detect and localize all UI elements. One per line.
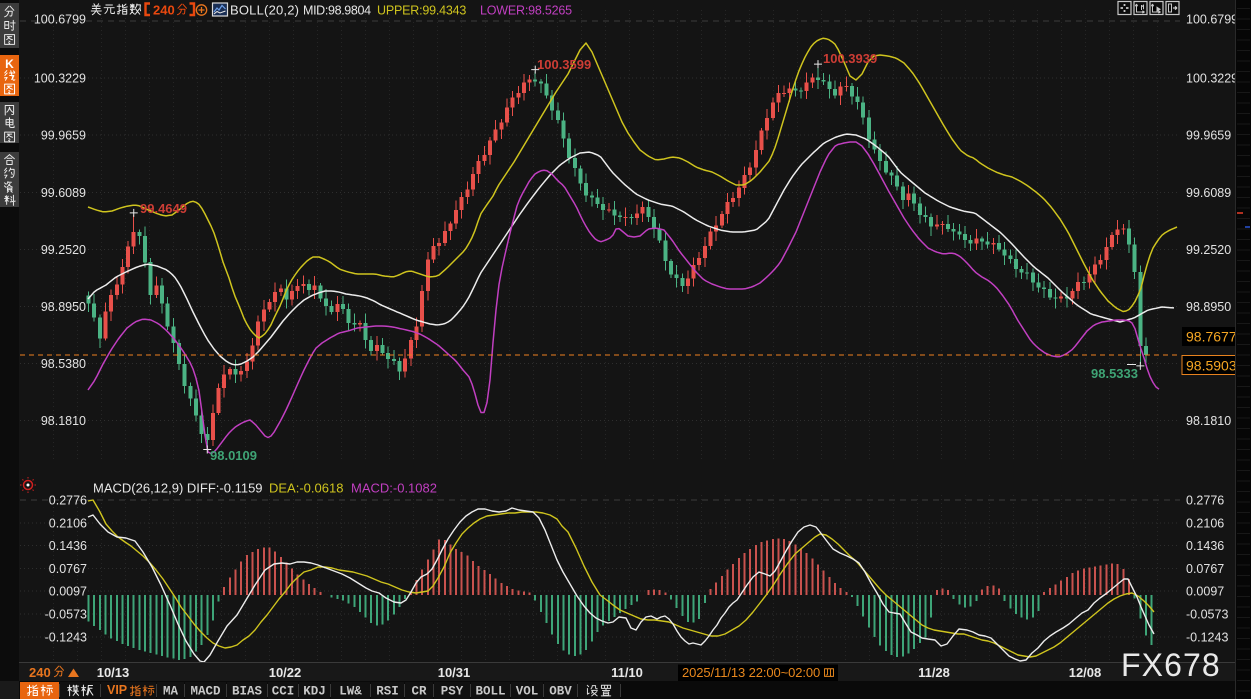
svg-text:2025/11/13 22:00~02:00: 2025/11/13 22:00~02:00 — [682, 665, 820, 680]
svg-text:98.5903: 98.5903 — [1186, 358, 1237, 374]
svg-text:-0.0573: -0.0573 — [45, 608, 87, 622]
svg-text:11/28: 11/28 — [918, 665, 950, 680]
svg-text:99.4649: 99.4649 — [140, 201, 187, 216]
svg-text:LOWER:98.5265: LOWER:98.5265 — [480, 4, 572, 18]
svg-text:0.0767: 0.0767 — [49, 562, 87, 576]
svg-text:100.6799: 100.6799 — [1186, 12, 1238, 26]
svg-text:-0.1243: -0.1243 — [1186, 630, 1228, 644]
svg-text:12/08: 12/08 — [1069, 665, 1102, 680]
svg-text:99.2520: 99.2520 — [1186, 243, 1231, 257]
svg-text:MACD: MACD — [190, 685, 221, 699]
svg-text:UPPER:99.4343: UPPER:99.4343 — [377, 4, 466, 18]
svg-text:DEA:-0.0618: DEA:-0.0618 — [269, 481, 343, 496]
svg-text:BIAS: BIAS — [232, 685, 263, 699]
svg-text:98.7677: 98.7677 — [1186, 329, 1237, 345]
svg-text:100.3599: 100.3599 — [537, 57, 591, 72]
svg-text:MACD:-0.1082: MACD:-0.1082 — [351, 481, 437, 496]
svg-text:10/13: 10/13 — [97, 665, 130, 680]
svg-text:0.0097: 0.0097 — [49, 585, 87, 599]
svg-text:MID:98.9804: MID:98.9804 — [303, 4, 371, 18]
svg-text:100.6799: 100.6799 — [34, 12, 86, 26]
svg-text:11/10: 11/10 — [611, 665, 643, 680]
svg-text:OBV: OBV — [549, 685, 572, 699]
svg-text:-0.0573: -0.0573 — [1186, 608, 1228, 622]
svg-text:FX678: FX678 — [1121, 647, 1221, 683]
svg-text:BOLL: BOLL — [475, 685, 505, 699]
svg-text:99.9659: 99.9659 — [41, 129, 86, 143]
svg-text:CR: CR — [411, 685, 427, 699]
svg-text:0.0097: 0.0097 — [1186, 585, 1224, 599]
svg-text:240: 240 — [153, 3, 175, 18]
svg-text:99.6089: 99.6089 — [1186, 186, 1231, 200]
svg-text:99.2520: 99.2520 — [41, 243, 86, 257]
svg-text:0.2106: 0.2106 — [1186, 516, 1224, 530]
svg-text:0.0767: 0.0767 — [1186, 562, 1224, 576]
svg-text:CCI: CCI — [272, 685, 295, 699]
svg-text:-0.1243: -0.1243 — [45, 630, 87, 644]
svg-text:KDJ: KDJ — [303, 685, 326, 699]
svg-text:98.5333: 98.5333 — [1091, 366, 1138, 381]
svg-text:100.3229: 100.3229 — [1186, 72, 1238, 86]
svg-text:MA: MA — [163, 685, 179, 699]
svg-text:0.2106: 0.2106 — [49, 516, 87, 530]
svg-text:98.1810: 98.1810 — [1186, 414, 1231, 428]
svg-text:VOL: VOL — [516, 685, 539, 699]
svg-text:K: K — [5, 57, 14, 71]
svg-text:BOLL(20,2): BOLL(20,2) — [230, 3, 299, 18]
svg-text:VIP: VIP — [107, 683, 127, 697]
svg-text:100.3229: 100.3229 — [34, 72, 86, 86]
svg-text:98.1810: 98.1810 — [41, 414, 86, 428]
svg-text:99.6089: 99.6089 — [41, 186, 86, 200]
svg-text:0.2776: 0.2776 — [1186, 494, 1224, 508]
svg-text:98.0109: 98.0109 — [210, 448, 257, 463]
svg-text:98.8950: 98.8950 — [41, 300, 86, 314]
svg-text:98.5380: 98.5380 — [41, 357, 86, 371]
svg-text:0.1436: 0.1436 — [1186, 539, 1224, 553]
svg-text:0.1436: 0.1436 — [49, 539, 87, 553]
svg-text:10/31: 10/31 — [438, 665, 471, 680]
svg-text:RSI: RSI — [376, 685, 399, 699]
svg-text:10/22: 10/22 — [269, 665, 302, 680]
svg-text:100.3939: 100.3939 — [823, 51, 877, 66]
svg-text:99.9659: 99.9659 — [1186, 129, 1231, 143]
svg-text:PSY: PSY — [441, 685, 464, 699]
svg-text:98.8950: 98.8950 — [1186, 300, 1231, 314]
svg-text:MACD(26,12,9) DIFF:-0.1159: MACD(26,12,9) DIFF:-0.1159 — [93, 481, 263, 496]
svg-text:0.2776: 0.2776 — [49, 494, 87, 508]
svg-text:240: 240 — [29, 665, 51, 680]
svg-text:LW&: LW& — [339, 685, 362, 699]
